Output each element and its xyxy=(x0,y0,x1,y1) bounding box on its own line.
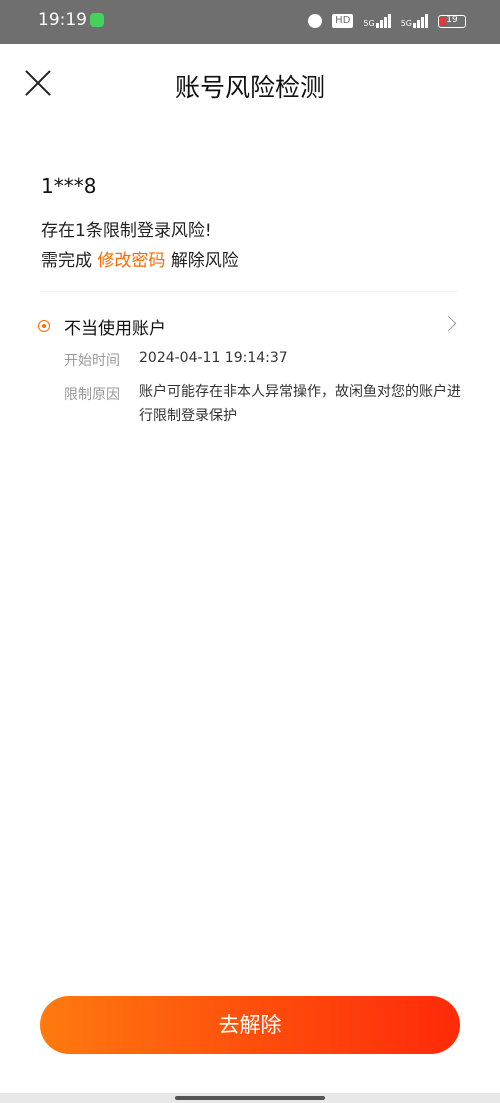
divider xyxy=(41,291,459,292)
start-time-label: 开始时间 xyxy=(64,353,120,369)
hd-icon: HD xyxy=(332,14,354,28)
reason-label: 限制原因 xyxy=(64,387,120,403)
battery-icon: 19 xyxy=(438,14,466,28)
home-indicator xyxy=(0,1093,500,1103)
status-icons: HD 5G 5G 19 xyxy=(308,14,466,28)
risk-item-row[interactable]: 不当使用账户 xyxy=(38,312,462,340)
risk-item-title: 不当使用账户 xyxy=(64,319,166,339)
5g-signal-icon: 5G xyxy=(363,14,391,28)
reason-value: 账户可能存在非本人异常操作，故闲鱼对您的账户进行限制登录保护 xyxy=(139,384,461,424)
action-line: 需完成 修改密码 解除风险 xyxy=(41,246,239,271)
wechat-icon xyxy=(90,13,104,27)
account-id: 1***8 xyxy=(41,174,97,198)
change-password-link[interactable]: 修改密码 xyxy=(97,251,165,271)
alarm-icon xyxy=(308,14,323,28)
page-title: 账号风险检测 xyxy=(174,73,325,102)
radio-dot-icon xyxy=(38,320,50,332)
status-time: 19:19 xyxy=(38,10,87,30)
5g-signal-icon: 5G xyxy=(401,14,428,28)
page-header: 账号风险检测 xyxy=(0,44,500,124)
action-suffix: 解除风险 xyxy=(170,251,239,271)
chevron-right-icon xyxy=(440,315,457,332)
action-prefix: 需完成 xyxy=(41,251,92,271)
resolve-button[interactable]: 去解除 xyxy=(40,996,460,1054)
battery-level: 19 xyxy=(446,14,458,25)
risk-summary: 存在1条限制登录风险! xyxy=(41,221,212,241)
status-bar: 19:19 HD 5G 5G 19 xyxy=(0,0,500,44)
start-time-value: 2024-04-11 19:14:37 xyxy=(139,350,288,366)
